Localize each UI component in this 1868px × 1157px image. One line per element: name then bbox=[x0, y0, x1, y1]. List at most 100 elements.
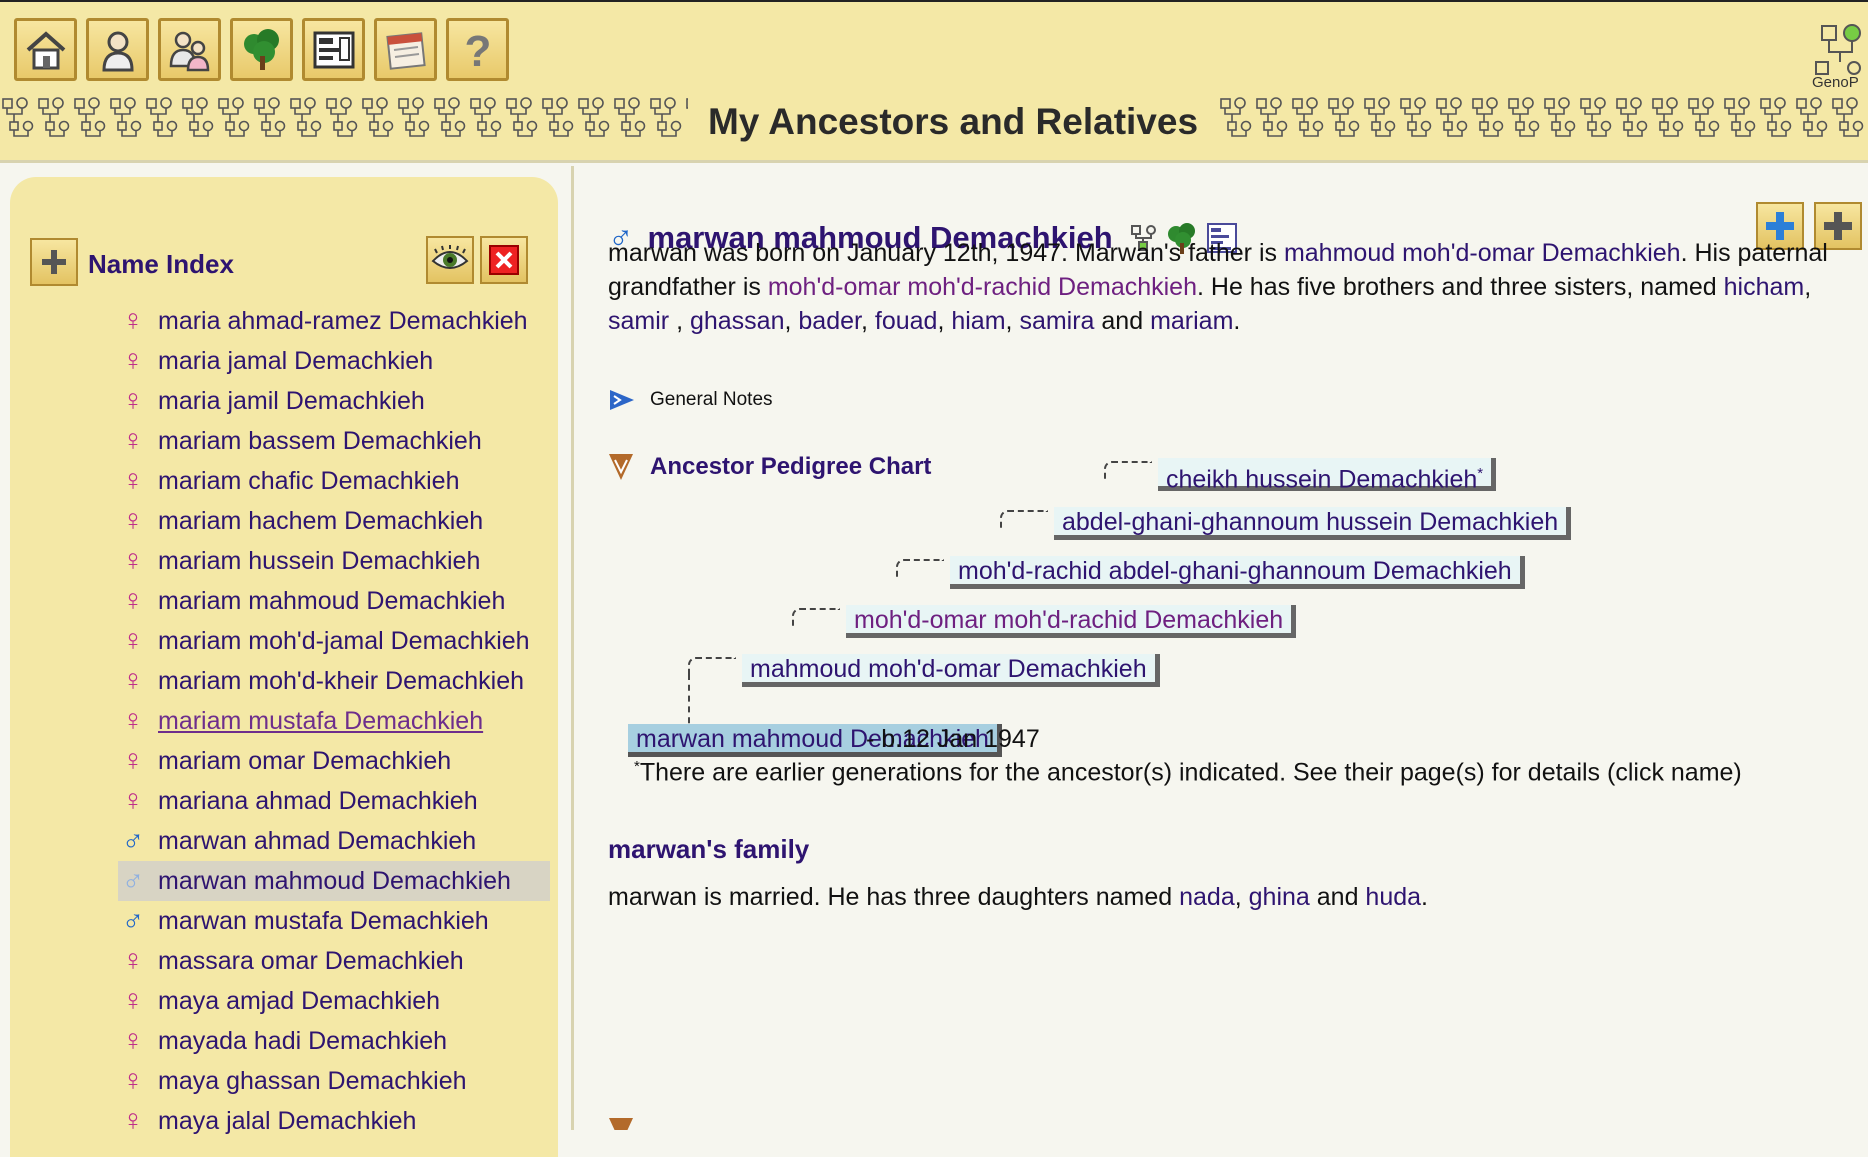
name-index-label: maria jamal Demachkieh bbox=[158, 346, 434, 375]
name-index-item[interactable]: ♀ massara omar Demachkieh bbox=[118, 941, 550, 981]
family-title: marwan's family bbox=[608, 834, 810, 864]
female-icon: ♀ bbox=[121, 704, 145, 737]
svg-text:?: ? bbox=[464, 27, 491, 74]
name-index-item[interactable]: ♀ mariana ahmad Demachkieh bbox=[118, 781, 550, 821]
pedigree-ancestor[interactable]: cheikh hussein Demachkieh* bbox=[1158, 458, 1497, 493]
name-index-item[interactable]: ♀ mariam omar Demachkieh bbox=[118, 741, 550, 781]
female-icon: ♀ bbox=[121, 504, 145, 537]
pedigree-ancestor-name: abdel-ghani-ghannoum hussein Demachkieh bbox=[1062, 508, 1559, 536]
name-index-item[interactable]: ♀ mariam mahmoud Demachkieh bbox=[118, 581, 550, 621]
tree-pattern-decoration bbox=[0, 96, 688, 146]
expand-panel-button[interactable] bbox=[30, 238, 78, 286]
daughter-link[interactable]: ghina bbox=[1249, 883, 1310, 911]
name-index-item[interactable]: ♀ mariam chafic Demachkieh bbox=[118, 461, 550, 501]
home-button[interactable] bbox=[14, 18, 77, 81]
name-index-item[interactable]: ♀ mariam hussein Demachkieh bbox=[118, 541, 550, 581]
female-icon: ♀ bbox=[121, 1064, 145, 1097]
pedigree-ancestor[interactable]: moh'd-rachid abdel-ghani-ghannoum Demach… bbox=[950, 556, 1525, 589]
female-icon: ♀ bbox=[121, 944, 145, 977]
name-index-label: mariam hussein Demachkieh bbox=[158, 546, 481, 575]
female-icon: ♀ bbox=[121, 544, 145, 577]
name-index-item[interactable]: ♂ marwan mustafa Demachkieh bbox=[118, 901, 550, 941]
tree-icon bbox=[243, 28, 279, 70]
name-index-item[interactable]: ♀ maya ghassan Demachkieh bbox=[118, 1061, 550, 1101]
chart-icon bbox=[313, 31, 354, 68]
female-icon: ♀ bbox=[121, 784, 145, 817]
name-index-item[interactable]: ♀ mayada hadi Demachkieh bbox=[118, 1021, 550, 1061]
name-index-label: maya jalal Demachkieh bbox=[158, 1106, 417, 1135]
name-index-item[interactable]: ♀ maria jamil Demachkieh bbox=[118, 381, 550, 421]
name-index-item[interactable]: ♀ maria ahmad-ramez Demachkieh bbox=[118, 301, 550, 341]
name-index-item[interactable]: ♂ marwan mahmoud Demachkieh bbox=[118, 861, 550, 901]
name-index-panel: Name Index ♀ maria ahmad-ramez Demachkieh… bbox=[10, 177, 558, 1157]
female-icon: ♀ bbox=[121, 304, 145, 337]
help-button[interactable]: ? bbox=[446, 18, 509, 81]
name-index-item[interactable]: ♀ maya amjad Demachkieh bbox=[118, 981, 550, 1021]
close-panel-button[interactable] bbox=[480, 236, 528, 284]
daughter-link[interactable]: huda bbox=[1365, 883, 1421, 911]
panel-divider[interactable] bbox=[571, 166, 574, 1130]
pedigree-connector bbox=[1104, 461, 1152, 481]
families-button[interactable] bbox=[158, 18, 221, 81]
name-index-item[interactable]: ♀ maria jamal Demachkieh bbox=[118, 341, 550, 381]
pedigree-ancestor-name: mahmoud moh'd-omar Demachkieh bbox=[750, 655, 1147, 683]
pedigree-connector bbox=[896, 559, 944, 579]
name-index-label: mariam hachem Demachkieh bbox=[158, 506, 484, 535]
pedigree-ancestor[interactable]: moh'd-omar moh'd-rachid Demachkieh bbox=[846, 605, 1297, 638]
individuals-button[interactable] bbox=[86, 18, 149, 81]
name-index-label: mariam mahmoud Demachkieh bbox=[158, 586, 506, 615]
pedigree-chart: cheikh hussein Demachkieh* abdel-ghani-gh… bbox=[580, 166, 1868, 1130]
name-index-label: mariam mustafa Demachkieh bbox=[158, 706, 484, 735]
female-icon: ♀ bbox=[121, 464, 145, 497]
earlier-generations-note: *There are earlier generations for the a… bbox=[634, 758, 1742, 787]
note-text: There are earlier generations for the an… bbox=[639, 758, 1742, 787]
name-index-item[interactable]: ♀ mariam moh'd-jamal Demachkieh bbox=[118, 621, 550, 661]
tree-pattern-decoration bbox=[1218, 96, 1868, 146]
name-index-label: mariam bassem Demachkieh bbox=[158, 426, 482, 455]
female-icon: ♀ bbox=[121, 344, 145, 377]
list-end: . bbox=[1421, 883, 1428, 911]
name-index-item[interactable]: ♂ marwan ahmad Demachkieh bbox=[118, 821, 550, 861]
name-index-label: mariam moh'd-kheir Demachkieh bbox=[158, 666, 525, 695]
family-description: marwan is married. He has three daughter… bbox=[608, 880, 1848, 914]
home-icon bbox=[26, 30, 65, 69]
name-index-label: maria jamil Demachkieh bbox=[158, 386, 425, 415]
name-index-item[interactable]: ♀ mariam moh'd-kheir Demachkieh bbox=[118, 661, 550, 701]
site-title: My Ancestors and Relatives bbox=[690, 98, 1216, 146]
pedigree-ancestor[interactable]: abdel-ghani-ghannoum hussein Demachkieh bbox=[1054, 507, 1572, 540]
pedigree-connector bbox=[792, 608, 840, 628]
person-icon bbox=[101, 31, 134, 71]
male-icon: ♂ bbox=[121, 864, 145, 897]
pedigree-ancestor[interactable]: mahmoud moh'd-omar Demachkieh bbox=[742, 654, 1160, 687]
name-index-label: maria ahmad-ramez Demachkieh bbox=[158, 306, 528, 335]
name-index-item[interactable]: ♀ mariam mustafa Demachkieh bbox=[118, 701, 550, 741]
female-icon: ♀ bbox=[121, 664, 145, 697]
female-icon: ♀ bbox=[121, 984, 145, 1017]
pedigree-ancestor-name: moh'd-rachid abdel-ghani-ghannoum Demach… bbox=[958, 557, 1512, 585]
name-index-label: mariam moh'd-jamal Demachkieh bbox=[158, 626, 530, 655]
show-all-button[interactable] bbox=[426, 236, 474, 284]
help-icon: ? bbox=[464, 27, 491, 74]
birth-date: - b.12 Jan 1947 bbox=[866, 725, 1040, 753]
male-icon: ♂ bbox=[121, 904, 145, 937]
female-icon: ♀ bbox=[121, 744, 145, 777]
name-index-label: maya ghassan Demachkieh bbox=[158, 1066, 467, 1095]
female-icon: ♀ bbox=[121, 384, 145, 417]
calendar-button[interactable] bbox=[374, 18, 437, 81]
collapse-triangle-icon[interactable] bbox=[608, 1116, 634, 1130]
name-index-label: marwan mahmoud Demachkieh bbox=[158, 866, 511, 895]
daughters-list: nada, ghina and huda. bbox=[1179, 883, 1428, 911]
name-index-item[interactable]: ♀ maya jalal Demachkieh bbox=[118, 1101, 550, 1141]
name-index-label: mayada hadi Demachkieh bbox=[158, 1026, 448, 1055]
close-icon bbox=[489, 245, 519, 275]
charts-button[interactable] bbox=[302, 18, 365, 81]
calendar-icon bbox=[385, 31, 426, 70]
daughter-link[interactable]: nada bbox=[1179, 883, 1235, 911]
pedigree-ancestor-name: moh'd-omar moh'd-rachid Demachkieh bbox=[854, 606, 1284, 634]
name-index-item[interactable]: ♀ mariam bassem Demachkieh bbox=[118, 421, 550, 461]
name-index-label: mariam omar Demachkieh bbox=[158, 746, 452, 775]
tree-button[interactable] bbox=[230, 18, 293, 81]
female-icon: ♀ bbox=[121, 1104, 145, 1137]
name-index-item[interactable]: ♀ mariam hachem Demachkieh bbox=[118, 501, 550, 541]
pedigree-connector bbox=[688, 657, 736, 677]
